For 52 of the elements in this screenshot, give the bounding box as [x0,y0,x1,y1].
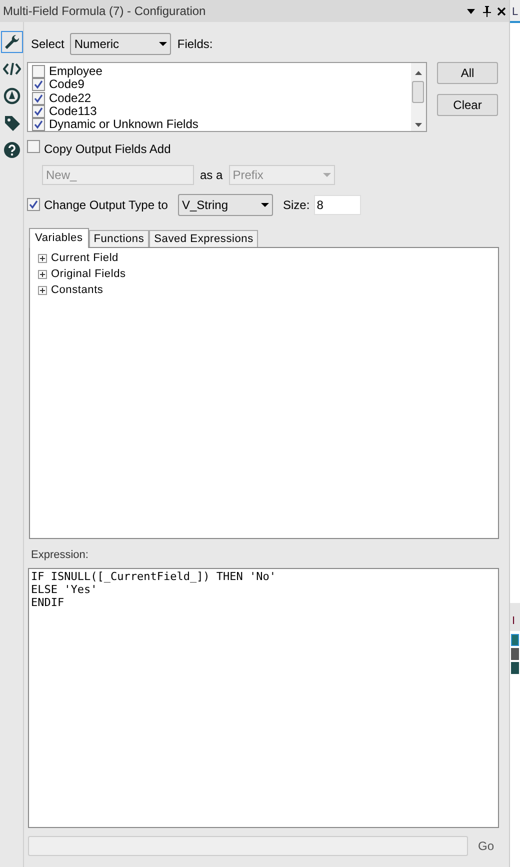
wrench-icon[interactable] [0,31,22,53]
caret-icon [322,173,331,177]
list-button[interactable]: Clear [437,94,498,116]
checkbox[interactable] [32,78,45,92]
checkbox[interactable] [32,92,45,104]
code-line: ENDIF [31,596,66,608]
scrollbar[interactable] [411,63,426,131]
expander-icon[interactable] [38,286,47,294]
code-line: IF ISNULL([_CurrentField_]) THEN 'No' [31,570,278,582]
checkbox[interactable] [32,65,45,78]
tree-item[interactable]: Constants [51,282,104,298]
window-title: Multi-Field Formula (7) - Configuration [3,3,207,20]
field-item[interactable]: Code22 [49,92,92,104]
type-dropdown[interactable]: Numeric [70,33,172,55]
fields-label: Fields: [177,36,213,53]
as-label: as a [200,167,223,184]
go-button[interactable]: Go [478,836,494,854]
select-label: Select [31,36,64,53]
caret-icon [159,42,168,46]
expression-label: Expression: [31,548,90,563]
tree-item[interactable]: Current Field [51,250,118,266]
tab[interactable]: Saved Expressions [149,230,258,247]
checkbox[interactable] [32,104,45,118]
tree-item[interactable]: Original Fields [51,266,126,282]
close-icon[interactable] [497,6,506,16]
expander-icon[interactable] [38,254,47,262]
field-item[interactable]: Employee [49,65,102,78]
field-item[interactable]: Code113 [49,104,97,118]
tab[interactable]: Functions [88,230,150,247]
caret-icon [261,203,269,207]
change-type-label: Change Output Type to [44,197,169,214]
size-field[interactable]: 8 [314,195,361,215]
expression-editor[interactable]: IF ISNULL([_CurrentField_]) THEN 'No' ELSE 'Yes' ENDIF [28,568,499,828]
field-item[interactable]: Code9 [49,78,84,92]
expander-icon[interactable] [38,270,47,278]
input-field[interactable] [28,836,468,856]
scroll-up-icon[interactable] [415,71,422,75]
panel-label: I [512,615,516,627]
dropdown-icon[interactable] [467,8,475,14]
checkbox[interactable] [32,118,45,131]
checkbox[interactable] [27,198,40,211]
list-button[interactable]: All [437,62,498,84]
copy-output-label: Copy Output Fields Add [44,141,171,158]
output-type-dropdown[interactable]: V_String [178,194,273,216]
field-item[interactable]: Dynamic or Unknown Fields [49,118,198,131]
size-label: Size: [283,197,310,214]
tab[interactable]: Variables [29,228,89,248]
code-line: ELSE 'Yes' [31,582,98,596]
scroll-down-icon[interactable] [415,123,422,127]
panel-tab[interactable]: L [510,0,520,23]
pin-icon[interactable] [483,6,491,16]
checkbox[interactable] [27,140,40,153]
